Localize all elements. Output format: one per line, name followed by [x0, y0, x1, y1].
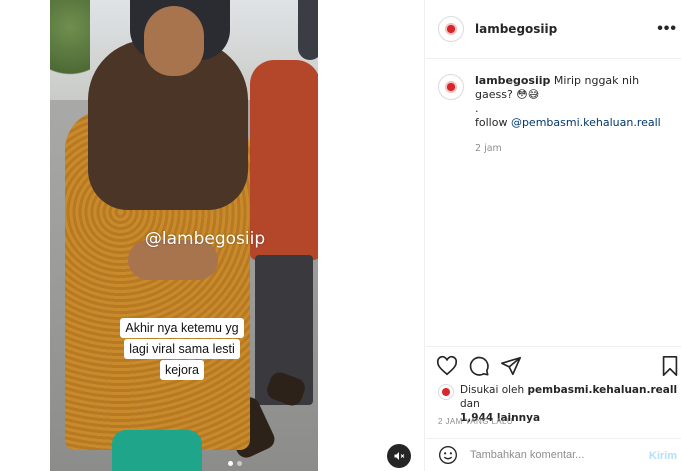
video-caption-line: Akhir nya ketemu yg — [120, 318, 244, 338]
comment-follow-label: follow — [475, 116, 508, 129]
emoji-icon[interactable] — [438, 445, 458, 465]
video-tree — [50, 0, 90, 90]
posted-time[interactable]: 2 JAM YANG LALU — [438, 417, 513, 426]
post-header: lambegosiip ••• — [426, 0, 681, 59]
post-actions — [426, 346, 681, 384]
video-caption: Akhir nya ketemu yg lagi viral sama lest… — [102, 318, 262, 381]
avatar-logo — [444, 22, 458, 36]
comment-time[interactable]: 2 jam — [475, 142, 675, 156]
video-green-box — [112, 430, 202, 471]
header-username[interactable]: lambegosiip — [475, 22, 557, 36]
comment-mention-link[interactable]: @pembasmi.kehaluan.reall — [511, 116, 661, 129]
likes-prefix: Disukai oleh — [460, 384, 525, 396]
video-watermark: @lambegosiip — [144, 229, 266, 249]
carousel-dots — [228, 461, 248, 467]
mute-button[interactable] — [387, 444, 411, 468]
comment-avatar[interactable] — [438, 74, 464, 100]
bookmark-icon[interactable] — [659, 355, 681, 377]
share-icon[interactable] — [500, 355, 522, 377]
video-helmet — [298, 0, 318, 60]
post-side-panel: lambegosiip ••• lambegosiip Mirip nggak … — [426, 0, 681, 471]
video-face — [144, 6, 204, 76]
carousel-dot[interactable] — [237, 461, 242, 466]
mute-icon — [394, 452, 405, 460]
more-icon[interactable]: ••• — [657, 20, 677, 38]
post-media-area: @lambegosiip Akhir nya ketemu yg lagi vi… — [0, 0, 425, 471]
comment-emoji: 😳😅 — [516, 88, 540, 101]
comment-body: lambegosiip Mirip nggak nih gaess? 😳😅 . … — [475, 74, 675, 156]
liker-avatar[interactable] — [438, 384, 454, 400]
carousel-dot-active[interactable] — [228, 461, 233, 466]
likes-user-link[interactable]: pembasmi.kehaluan.reall — [528, 384, 678, 396]
caption-comment: lambegosiip Mirip nggak nih gaess? 😳😅 . … — [426, 74, 681, 156]
comment-icon[interactable] — [468, 355, 490, 377]
heart-icon[interactable] — [436, 355, 458, 377]
comment-dot: . — [475, 102, 479, 115]
comment-username[interactable]: lambegosiip — [475, 74, 550, 87]
avatar-logo — [444, 80, 458, 94]
profile-avatar[interactable] — [438, 16, 464, 42]
likes-connector: dan — [460, 398, 480, 410]
video-caption-line: kejora — [159, 360, 205, 380]
post-video[interactable]: @lambegosiip Akhir nya ketemu yg lagi vi… — [50, 0, 318, 471]
post-comment-button[interactable]: Kirim — [649, 450, 677, 462]
comment-input[interactable] — [470, 449, 640, 461]
avatar-logo — [442, 388, 450, 396]
video-caption-line: lagi viral sama lesti — [124, 339, 240, 359]
add-comment-bar: Kirim — [426, 438, 681, 471]
